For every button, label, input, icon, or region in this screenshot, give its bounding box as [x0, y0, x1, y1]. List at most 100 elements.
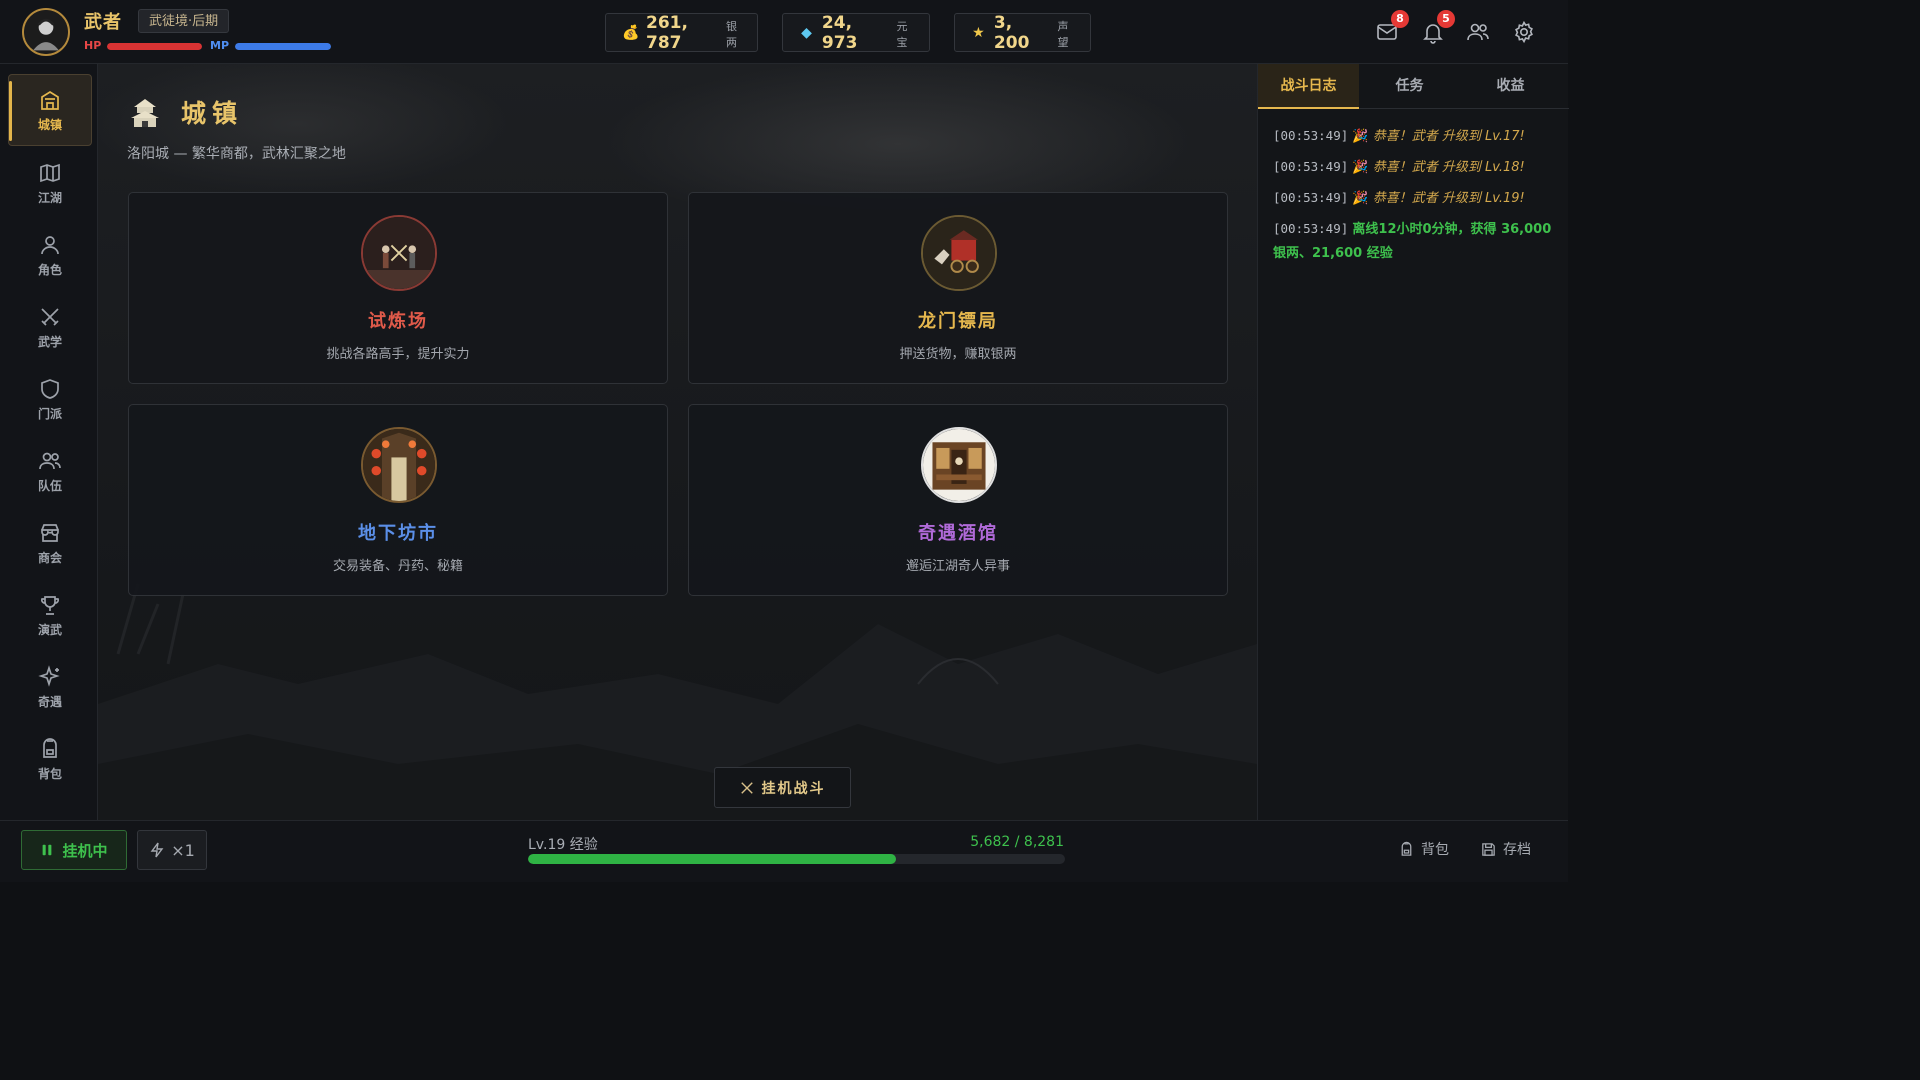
money-bag-icon: 💰 [622, 24, 640, 41]
sidebar-item-label: 武学 [37, 334, 62, 349]
card-title: 试炼场 [368, 311, 428, 332]
idle-toggle-button[interactable]: 挂机中 [21, 830, 127, 870]
log-time: [00:53:49] [1273, 221, 1349, 236]
underground-market-image [361, 427, 437, 503]
tab-earnings[interactable]: 收益 [1460, 64, 1561, 109]
sidebar-item-encounter[interactable]: 奇遇 [8, 651, 92, 723]
party-popper-icon: 🎉 [1352, 129, 1369, 144]
star-icon: ★ [972, 24, 985, 41]
auto-battle-label: 挂机战斗 [761, 780, 826, 797]
right-panel-tabs: 战斗日志 任务 收益 [1258, 64, 1569, 109]
player-avatar[interactable] [22, 8, 70, 56]
top-bar: 武者 武徒境·后期 HP MP 💰 261, 787 银两 ◆ 24, 973 … [0, 0, 1568, 64]
log-time: [00:53:49] [1273, 190, 1349, 205]
encounter-tavern-image [921, 427, 997, 503]
log-time: [00:53:49] [1273, 128, 1349, 143]
log-message: 恭喜！武者 升级到 Lv.19! [1372, 191, 1525, 206]
diamond-icon: ◆ [801, 24, 812, 41]
page-subtitle: 洛阳城 — 繁华商都，武林汇聚之地 [127, 146, 346, 162]
log-entry: [00:53:49] 🎉 恭喜！武者 升级到 Lv.17! [1273, 124, 1558, 149]
exp-value: 5,682 / 8,281 [970, 834, 1064, 850]
currency-silver: 💰 261, 787 银两 [605, 13, 758, 53]
exp-label: Lv.19 经验 [528, 837, 598, 853]
sidebar-item-label: 江湖 [37, 190, 62, 205]
shield-icon [41, 378, 59, 399]
users-icon [39, 452, 61, 469]
sidebar-item-character[interactable]: 角色 [8, 219, 92, 291]
sparkles-icon [38, 664, 60, 687]
sidebar-item-guild[interactable]: 商会 [8, 507, 92, 579]
bell-badge: 5 [1437, 10, 1455, 28]
location-card-escort-agency[interactable]: 龙门镖局 押送货物，赚取银两 [688, 192, 1228, 384]
log-message: 恭喜！武者 升级到 Lv.17! [1372, 129, 1525, 144]
log-time: [00:53:49] [1273, 159, 1349, 174]
location-card-underground-market[interactable]: 地下坊市 交易装备、丹药、秘籍 [128, 404, 668, 596]
sidebar-item-jianghu[interactable]: 江湖 [8, 147, 92, 219]
card-description: 挑战各路高手，提升实力 [326, 347, 470, 362]
log-message: 恭喜！武者 升级到 Lv.18! [1372, 160, 1525, 175]
card-description: 押送货物，赚取银两 [899, 347, 1017, 362]
right-panel: 战斗日志 任务 收益 [00:53:49] 🎉 恭喜！武者 升级到 Lv.17!… [1257, 64, 1569, 820]
tab-battle-log[interactable]: 战斗日志 [1258, 64, 1359, 109]
sidebar-item-label: 奇遇 [37, 694, 62, 709]
realm-badge: 武徒境·后期 [138, 9, 230, 33]
speed-label: ×1 [171, 840, 195, 860]
battle-log-list: [00:53:49] 🎉 恭喜！武者 升级到 Lv.17! [00:53:49]… [1273, 124, 1558, 272]
hp-label: HP [84, 39, 102, 52]
currency-yuanbao: ◆ 24, 973 元宝 [782, 12, 930, 53]
gear-icon[interactable] [1512, 20, 1536, 44]
avatar-portrait-icon [24, 10, 68, 54]
sidebar-item-arena[interactable]: 演武 [8, 579, 92, 651]
mail-badge: 8 [1391, 10, 1409, 28]
location-card-encounter-tavern[interactable]: 奇遇酒馆 邂逅江湖奇人异事 [688, 404, 1228, 596]
save-icon [1482, 842, 1495, 856]
bag-label: 背包 [1421, 842, 1449, 858]
currency-fame: ★ 3, 200 声望 [954, 12, 1091, 53]
pause-icon [43, 844, 52, 856]
store-icon [41, 523, 59, 542]
sidebar-item-label: 背包 [37, 766, 62, 781]
sidebar-item-backpack[interactable]: 背包 [8, 723, 92, 795]
card-title: 龙门镖局 [918, 311, 998, 332]
currency-value: 24, 973 [821, 12, 858, 53]
bell-icon[interactable]: 5 [1421, 10, 1455, 44]
sidebar-item-sect[interactable]: 门派 [8, 363, 92, 435]
party-popper-icon: 🎉 [1352, 191, 1369, 206]
pagoda-icon [131, 99, 159, 127]
currency-unit: 声望 [1057, 19, 1069, 49]
exp-bar-fill [528, 854, 897, 864]
trial-ground-image [361, 215, 437, 291]
save-label: 存档 [1503, 842, 1531, 858]
page-title: 城镇 [181, 99, 244, 128]
sidebar-item-label: 演武 [37, 622, 62, 637]
sidebar-item-martial-arts[interactable]: 武学 [8, 291, 92, 363]
card-description: 邂逅江湖奇人异事 [905, 559, 1010, 574]
sidebar-item-town[interactable]: 城镇 [8, 74, 92, 146]
map-icon [40, 163, 60, 182]
sidebar-item-label: 队伍 [37, 478, 62, 493]
log-entry: [00:53:49] 离线12小时0分钟，获得 36,000 银两、21,600… [1273, 217, 1558, 266]
friends-icon[interactable] [1466, 20, 1490, 44]
mp-bar-fill [235, 43, 331, 50]
escort-agency-image [921, 215, 997, 291]
exp-bar [528, 854, 1065, 864]
sidebar-item-label: 门派 [37, 406, 62, 421]
bottom-bar: 挂机中 ×1 Lv.19 经验 5,682 / 8,281 背包 存档 [0, 820, 1568, 882]
location-card-trial-ground[interactable]: 试炼场 挑战各路高手，提升实力 [128, 192, 668, 384]
speed-button[interactable]: ×1 [137, 830, 207, 870]
auto-battle-button[interactable]: 挂机战斗 [714, 767, 851, 808]
log-entry: [00:53:49] 🎉 恭喜！武者 升级到 Lv.19! [1273, 186, 1558, 211]
crossed-swords-icon [740, 781, 753, 794]
party-popper-icon: 🎉 [1352, 160, 1369, 175]
sidebar-item-label: 角色 [37, 262, 62, 277]
bag-button[interactable]: 背包 [1398, 839, 1449, 859]
sidebar-item-team[interactable]: 队伍 [8, 435, 92, 507]
hp-bar-fill [107, 43, 202, 50]
trophy-icon [40, 595, 60, 615]
save-button[interactable]: 存档 [1480, 839, 1531, 859]
idle-label: 挂机中 [62, 841, 108, 860]
mail-icon[interactable]: 8 [1375, 10, 1409, 44]
player-name: 武者 [84, 12, 122, 33]
currency-value: 3, 200 [993, 12, 1030, 53]
tab-quests[interactable]: 任务 [1359, 64, 1460, 109]
